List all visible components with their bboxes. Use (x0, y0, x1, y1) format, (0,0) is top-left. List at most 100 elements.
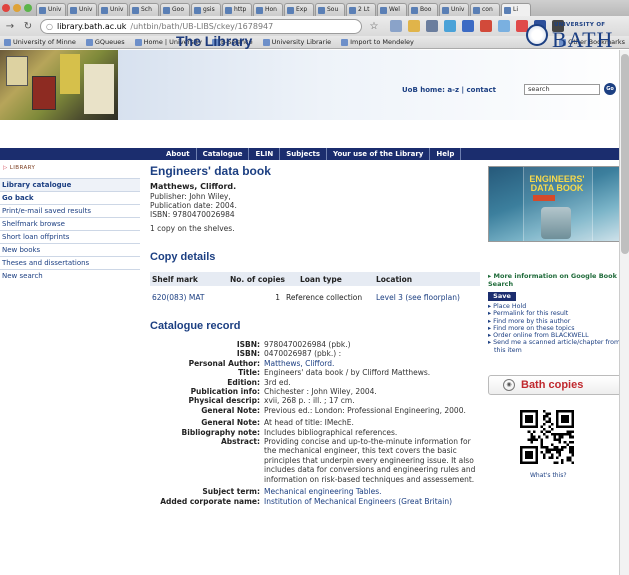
save-option-label: Find more by this author (493, 317, 571, 325)
field-value: xvii, 268 p. : ill. ; 17 cm. (264, 396, 355, 406)
browser-tab[interactable]: con (470, 3, 500, 16)
address-bar[interactable]: ○ library.bath.ac.uk/uhtbin/bath/UB-LIBS… (40, 18, 362, 34)
field-link[interactable]: Matthews, Clifford. (264, 359, 478, 368)
tab-label: gsis (203, 6, 215, 13)
separator: | (461, 86, 465, 94)
sidebar-item[interactable]: New books (0, 243, 140, 256)
browser-tab[interactable]: Li (501, 3, 531, 16)
nav-item[interactable]: Your use of the Library (327, 148, 431, 160)
sidebar-item[interactable]: Theses and dissertations (0, 256, 140, 269)
browser-tab[interactable]: Wel (377, 3, 407, 16)
extension-icon[interactable] (480, 20, 492, 32)
extension-icon[interactable] (462, 20, 474, 32)
browser-tab[interactable]: Hon (253, 3, 283, 16)
catalogue-record-list: ISBN: 9780470026984 (pbk.) ISBN: 0470026987… (150, 340, 480, 506)
browser-tab[interactable]: Sch (129, 3, 159, 16)
browser-tab[interactable]: 2 Lt (346, 3, 376, 16)
zoom-window-icon[interactable] (24, 4, 32, 12)
copy-table-header: Shelf mark No. of copies Loan type Locat… (150, 272, 480, 286)
browser-tab[interactable]: Univ (439, 3, 469, 16)
save-option-label: Place Hold (493, 303, 527, 310)
save-option-link[interactable]: ▸ Find more by this author (488, 318, 624, 325)
save-option-link[interactable]: ▸ Order online from BLACKWELL (488, 332, 624, 339)
bookmark-item[interactable]: Import to Mendeley (341, 38, 414, 46)
browser-tab[interactable]: gsis (191, 3, 221, 16)
browser-tab[interactable]: Sou (315, 3, 345, 16)
save-option-link[interactable]: ▸ Send me a scanned article/chapter from… (488, 339, 624, 354)
nav-item[interactable]: Catalogue (197, 148, 250, 160)
breadcrumb[interactable]: ▷ LIBRARY (3, 165, 35, 171)
field-link[interactable]: Mechanical engineering Tables. (264, 487, 478, 496)
browser-tab[interactable]: Boo (408, 3, 438, 16)
page-icon: ○ (46, 21, 53, 31)
qr-code-icon[interactable] (520, 410, 574, 464)
back-arrow-icon[interactable]: → (4, 21, 16, 32)
tab-favicon-icon (380, 6, 387, 14)
scrollbar-thumb[interactable] (621, 54, 629, 254)
save-option-link[interactable]: ▸ Find more on these topics (488, 325, 624, 332)
page-scrollbar[interactable] (619, 50, 629, 575)
tab-label: 2 Lt (358, 6, 370, 13)
list-item: Personal Author: Matthews, Clifford. (150, 359, 480, 368)
sidebar-item[interactable]: Shelfmark browse (0, 217, 140, 230)
tab-favicon-icon (287, 6, 294, 14)
close-window-icon[interactable] (2, 4, 10, 12)
browser-tab[interactable]: http (222, 3, 252, 16)
nav-item[interactable]: Subjects (280, 148, 328, 160)
bookmark-item[interactable]: University of Minne (4, 38, 76, 46)
field-link[interactable]: Institution of Mechanical Engineers (Gre… (264, 497, 478, 506)
tab-label: Boo (420, 6, 432, 13)
location-link[interactable]: Level 3 (see floorplan) (376, 293, 480, 302)
sidebar-item[interactable]: New search (0, 269, 140, 282)
book-cover-image[interactable]: ENGINEERS' DATA BOOK (488, 166, 621, 242)
bookmark-icon (4, 38, 11, 46)
browser-tab[interactable]: Univ (98, 3, 128, 16)
bath-copies-button[interactable]: ◉ Bath copies (488, 375, 624, 395)
nav-item[interactable]: ELIN (249, 148, 281, 160)
tab-favicon-icon (473, 6, 480, 14)
contact-link[interactable]: contact (466, 86, 496, 94)
extension-icon[interactable] (390, 20, 402, 32)
nav-item[interactable]: About (160, 148, 197, 160)
bookmark-label: GQueues (94, 38, 125, 46)
search-go-button[interactable]: Go (604, 83, 616, 95)
tab-label: Li (513, 6, 519, 13)
field-label: ISBN: (236, 340, 260, 349)
browser-tab[interactable]: Univ (36, 3, 66, 16)
save-option-link[interactable]: ▸ Place Hold (488, 303, 624, 310)
save-options-list: ▸ Place Hold ▸ Permalink for this result ▸… (488, 303, 624, 354)
field-value: Includes bibliographical references. (264, 427, 398, 437)
col-no-copies: No. of copies (230, 274, 286, 284)
bookmark-item[interactable]: University Librarie (262, 38, 331, 46)
extension-icon[interactable] (426, 20, 438, 32)
sidebar-item[interactable]: Print/e-mail saved results (0, 204, 140, 217)
reload-icon[interactable]: ↻ (22, 21, 34, 32)
browser-tab[interactable]: Goo (160, 3, 190, 16)
extension-icon[interactable] (444, 20, 456, 32)
save-option-link[interactable]: ▸ Permalink for this result (488, 310, 624, 317)
university-logo[interactable]: UNIVERSITY OF BATH (526, 22, 626, 60)
bookmark-label: University of Minne (13, 38, 76, 46)
whats-this-link[interactable]: What's this? (530, 472, 567, 479)
extension-icon[interactable] (408, 20, 420, 32)
sidebar-item[interactable]: Library catalogue (0, 178, 140, 191)
tab-label: con (482, 6, 493, 13)
site-search-input[interactable]: search (524, 84, 600, 95)
bookmark-item[interactable]: GQueues (85, 38, 125, 46)
sidebar-item[interactable]: Go back (0, 191, 140, 204)
browser-tab[interactable]: Exp (284, 3, 314, 16)
shelf-mark-link[interactable]: 620(083) MAT (150, 293, 230, 302)
nav-item[interactable]: Help (430, 148, 462, 160)
copies-count: 1 (275, 293, 280, 302)
minimize-window-icon[interactable] (13, 4, 21, 12)
sidebar-item[interactable]: Short loan offprints (0, 230, 140, 243)
library-title[interactable]: The Library (176, 33, 252, 49)
star-icon[interactable]: ☆ (368, 21, 380, 32)
extension-icon[interactable] (498, 20, 510, 32)
url-path: /uhtbin/bath/UB-LIBS/ckey/1678947 (130, 21, 274, 31)
record-isbn: ISBN: 9780470026984 (150, 210, 235, 219)
a-z-link[interactable]: a-z (447, 86, 459, 94)
loan-type: Reference collection (286, 293, 363, 302)
browser-tab[interactable]: Univ (67, 3, 97, 16)
google-book-search-link[interactable]: ▸ More information on Google Book Search (488, 272, 624, 288)
